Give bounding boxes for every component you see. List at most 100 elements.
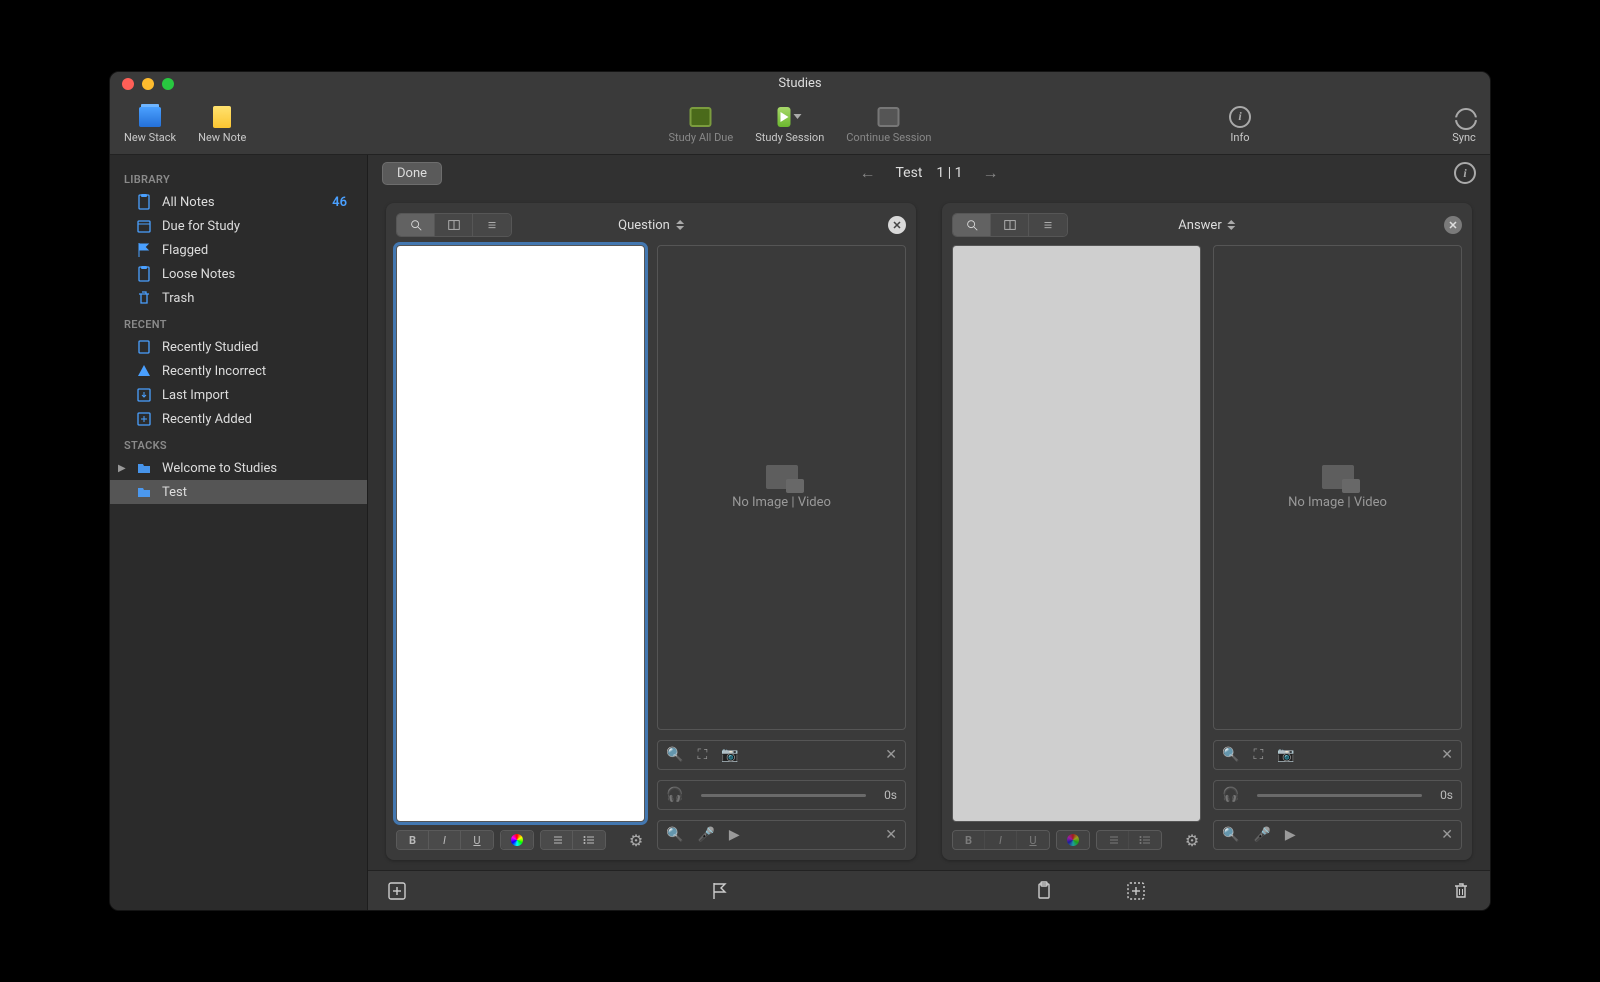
zoom-window[interactable]	[162, 78, 174, 90]
delete-note-button[interactable]	[1450, 880, 1472, 902]
colorwheel-icon	[1067, 834, 1079, 846]
format-settings-button[interactable]: ⚙	[1183, 831, 1201, 850]
add-to-stack-button[interactable]	[1125, 880, 1147, 902]
ordered-list-button[interactable]	[541, 831, 573, 849]
question-text-editor[interactable]	[396, 245, 645, 822]
italic-button[interactable]: I	[429, 831, 461, 849]
answer-format-bar: B I U ⚙	[952, 830, 1201, 850]
sidebar-item-loose[interactable]: Loose Notes	[110, 262, 367, 286]
bold-button[interactable]: B	[953, 831, 985, 849]
audio-progress[interactable]	[701, 794, 866, 797]
info-button[interactable]: i Info	[1228, 106, 1252, 144]
underline-button[interactable]: U	[461, 831, 493, 849]
sidebar-item-flagged[interactable]: Flagged	[110, 238, 367, 262]
image-camera-button[interactable]: 📷	[1277, 747, 1294, 763]
bullet-list-button[interactable]	[1129, 831, 1161, 849]
image-fullscreen-button[interactable]: ⛶	[1253, 747, 1263, 763]
answer-text-editor[interactable]	[952, 245, 1201, 822]
sidebar-item-recently-added[interactable]: Recently Added	[110, 407, 367, 431]
audio-play-button[interactable]: ▶	[1285, 827, 1296, 843]
sidebar-item-due[interactable]: Due for Study	[110, 214, 367, 238]
clipboard-button[interactable]	[1033, 880, 1055, 902]
audio-remove-button[interactable]: ✕	[1441, 827, 1453, 843]
trash-icon	[136, 290, 152, 306]
format-settings-button[interactable]: ⚙	[627, 831, 645, 850]
audio-search-button[interactable]: 🔍	[666, 827, 683, 843]
new-stack-button[interactable]: New Stack	[124, 106, 176, 144]
view-mode-list[interactable]	[1029, 214, 1067, 236]
search-icon	[409, 218, 423, 232]
edit-bar: Done ← Test 1 | 1 → i	[368, 155, 1490, 191]
continue-session-label: Continue Session	[846, 131, 931, 144]
view-mode-preview[interactable]	[953, 214, 991, 236]
italic-button[interactable]: I	[985, 831, 1017, 849]
underline-button[interactable]: U	[1017, 831, 1049, 849]
new-note-button[interactable]: New Note	[198, 106, 246, 144]
label: Recently Added	[162, 412, 252, 427]
bullet-list-button[interactable]	[573, 831, 605, 849]
flag-note-button[interactable]	[708, 880, 730, 902]
answer-media-well[interactable]: No Image | Video	[1213, 245, 1462, 730]
label: All Notes	[162, 195, 215, 210]
sync-button[interactable]: Sync	[1452, 106, 1476, 144]
audio-record-button[interactable]: 🎤	[1253, 827, 1270, 843]
chevron-down-icon[interactable]	[794, 114, 802, 119]
image-search-button[interactable]: 🔍	[1222, 747, 1239, 763]
side-stepper[interactable]	[676, 220, 684, 230]
view-mode-split[interactable]	[435, 214, 473, 236]
minimize-window[interactable]	[142, 78, 154, 90]
audio-record-button[interactable]: 🎤	[697, 827, 714, 843]
audio-remove-button[interactable]: ✕	[885, 827, 897, 843]
view-mode-preview[interactable]	[397, 214, 435, 236]
label: Due for Study	[162, 219, 240, 234]
sidebar-item-recently-incorrect[interactable]: Recently Incorrect	[110, 359, 367, 383]
sidebar-item-last-import[interactable]: Last Import	[110, 383, 367, 407]
image-camera-button[interactable]: 📷	[721, 747, 738, 763]
clipboard-icon	[1034, 881, 1054, 901]
audio-progress[interactable]	[1257, 794, 1422, 797]
search-icon	[965, 218, 979, 232]
ordered-list-button[interactable]	[1097, 831, 1129, 849]
image-fullscreen-button[interactable]: ⛶	[697, 747, 707, 763]
question-title: Question	[618, 218, 670, 233]
audio-play-button[interactable]: ▶	[729, 827, 740, 843]
sidebar-item-welcome[interactable]: ▶ Welcome to Studies	[110, 456, 367, 480]
done-button[interactable]: Done	[382, 162, 442, 185]
calendar-icon	[878, 107, 900, 127]
audio-search-button[interactable]: 🔍	[1222, 827, 1239, 843]
disclosure-triangle[interactable]: ▶	[118, 463, 126, 474]
label: Test	[162, 485, 187, 500]
study-session-button[interactable]: Study Session	[755, 106, 824, 144]
note-info-button[interactable]: i	[1454, 162, 1476, 184]
close-window[interactable]	[122, 78, 134, 90]
bold-button[interactable]: B	[397, 831, 429, 849]
sidebar-item-trash[interactable]: Trash	[110, 286, 367, 310]
no-media-label: No Image | Video	[732, 495, 831, 510]
clear-answer-button[interactable]: ✕	[1444, 216, 1462, 234]
view-mode-split[interactable]	[991, 214, 1029, 236]
side-stepper[interactable]	[1228, 220, 1236, 230]
image-remove-button[interactable]: ✕	[885, 747, 897, 763]
sidebar-item-test[interactable]: Test	[110, 480, 367, 504]
question-audio-toolbar: 🎧 0s	[657, 780, 906, 810]
study-all-due-button[interactable]: Study All Due	[668, 106, 733, 144]
add-note-button[interactable]	[386, 880, 408, 902]
sidebar-item-recently-studied[interactable]: Recently Studied	[110, 335, 367, 359]
trash-icon	[1451, 881, 1471, 901]
color-button[interactable]	[1057, 831, 1089, 849]
color-button[interactable]	[501, 831, 533, 849]
headphones-icon: 🎧	[1222, 787, 1239, 803]
view-mode-list[interactable]	[473, 214, 511, 236]
question-card: Question ✕ B I U	[386, 203, 916, 860]
prev-note-button[interactable]: ←	[853, 163, 881, 183]
image-remove-button[interactable]: ✕	[1441, 747, 1453, 763]
label: Welcome to Studies	[162, 461, 277, 476]
image-search-button[interactable]: 🔍	[666, 747, 683, 763]
plus-box-icon	[136, 411, 152, 427]
clipboard-icon	[136, 194, 152, 210]
sidebar-item-all-notes[interactable]: All Notes 46	[110, 190, 367, 214]
continue-session-button[interactable]: Continue Session	[846, 106, 931, 144]
next-note-button[interactable]: →	[977, 163, 1005, 183]
clear-question-button[interactable]: ✕	[888, 216, 906, 234]
question-media-well[interactable]: No Image | Video	[657, 245, 906, 730]
